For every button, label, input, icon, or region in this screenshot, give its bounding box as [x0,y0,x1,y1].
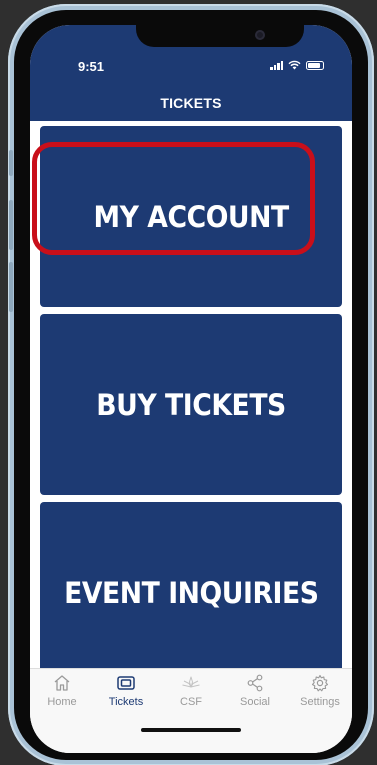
tab-tickets-label: Tickets [108,696,144,708]
volume-up-button [9,200,13,250]
tab-settings-label: Settings [300,696,340,708]
phone-screen: 9:51 TICKETS MY ACCOUNT BUY TICKETS EVEN… [30,25,352,753]
status-time: 9:51 [78,59,105,74]
my-account-button[interactable]: MY ACCOUNT [40,126,342,307]
share-icon [247,674,263,692]
buy-tickets-label: BUY TICKETS [96,387,286,422]
signal-icon [270,60,283,70]
volume-down-button [9,262,13,312]
tab-home-label: Home [47,696,77,708]
ticket-icon [117,676,135,690]
notch [136,25,304,47]
buy-tickets-button[interactable]: BUY TICKETS [40,314,342,495]
tab-social[interactable]: Social [223,673,287,708]
front-camera [255,30,265,40]
csf-logo-icon [182,676,200,688]
tickets-menu: MY ACCOUNT BUY TICKETS EVENT INQUIRIES [30,121,352,668]
event-inquiries-label: EVENT INQUIRIES [63,575,319,610]
tab-tickets[interactable]: Tickets [94,673,158,708]
home-icon [54,675,70,691]
tab-bar: Home Tickets CSF Social Settings [30,668,352,753]
tab-social-label: Social [240,696,270,708]
status-icons [270,60,324,70]
home-indicator [141,728,241,732]
tab-settings[interactable]: Settings [288,673,352,708]
tab-home[interactable]: Home [30,673,94,708]
wifi-icon [288,60,301,70]
tab-csf[interactable]: CSF [159,673,223,708]
tab-csf-label: CSF [180,696,202,708]
my-account-label: MY ACCOUNT [93,199,289,234]
mute-switch [9,150,13,176]
event-inquiries-button[interactable]: EVENT INQUIRIES [40,502,342,668]
battery-icon [306,60,324,70]
gear-icon [311,674,329,692]
page-title: TICKETS [160,95,222,111]
screenshot-stage: 9:51 TICKETS MY ACCOUNT BUY TICKETS EVEN… [0,0,377,765]
